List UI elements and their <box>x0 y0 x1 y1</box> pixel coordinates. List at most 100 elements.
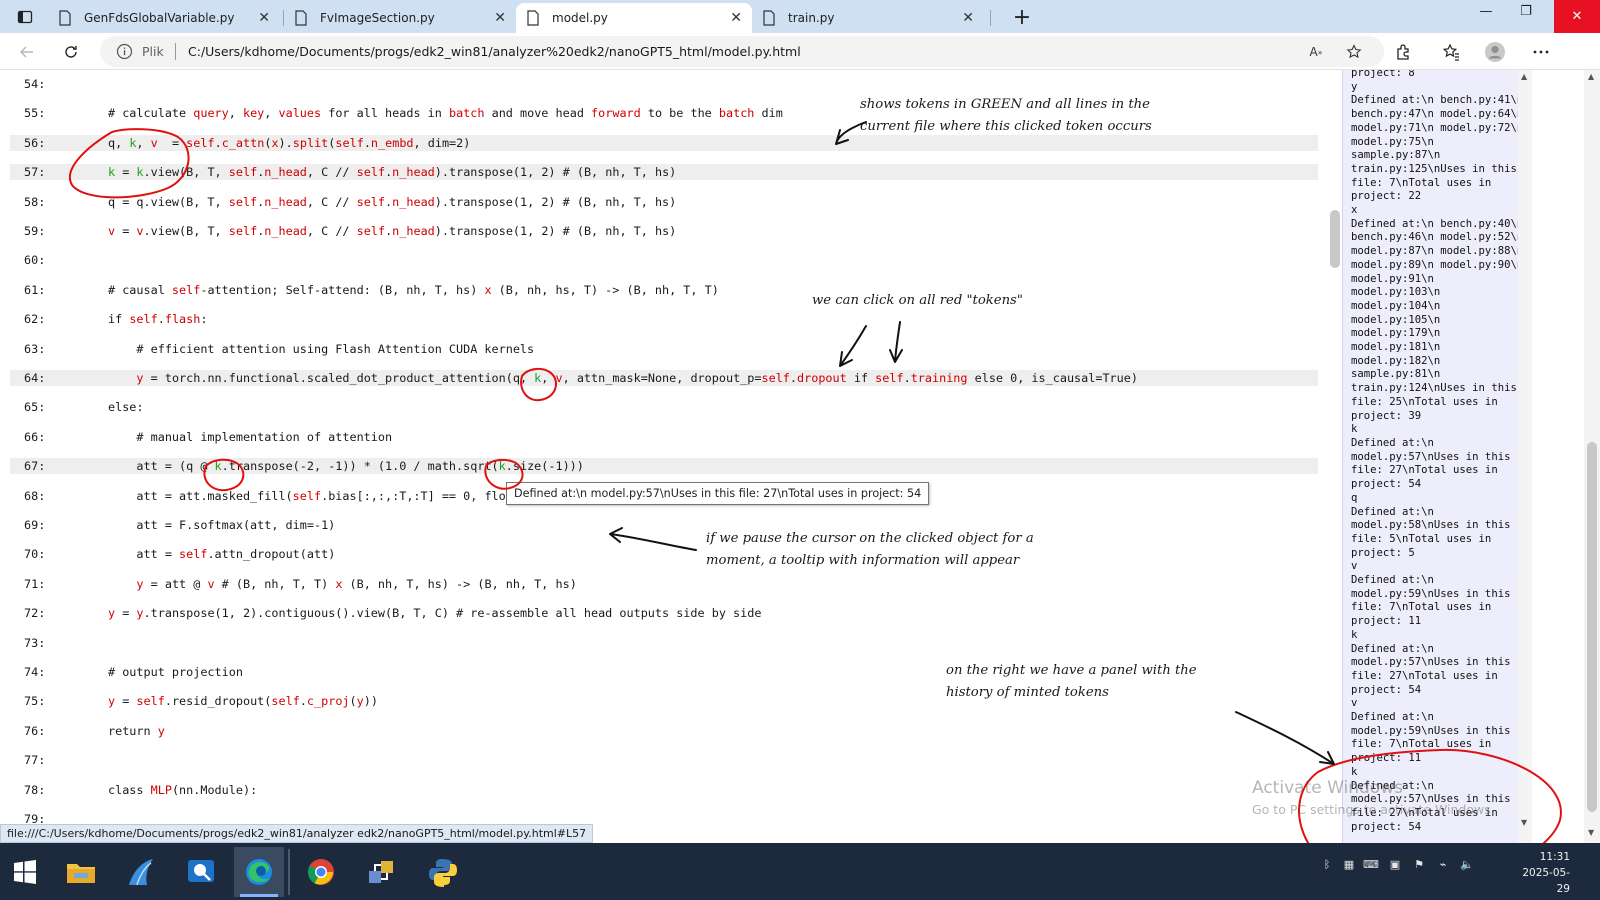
code-token[interactable]: x <box>335 577 342 591</box>
volume-icon[interactable]: 🔈 <box>1458 855 1476 873</box>
code-token[interactable]: n_head <box>392 195 435 209</box>
code-token[interactable]: y <box>357 694 364 708</box>
bluetooth-icon[interactable]: ᛒ <box>1318 855 1336 873</box>
chrome-icon[interactable] <box>296 847 346 897</box>
extensions-icon[interactable] <box>1388 39 1418 65</box>
code-token[interactable]: n_head <box>392 165 435 179</box>
line-number[interactable]: 69: <box>24 517 45 533</box>
code-token[interactable]: self <box>229 224 257 238</box>
add-favorite-icon[interactable] <box>1344 43 1364 61</box>
line-number[interactable]: 74: <box>24 664 45 680</box>
code-token[interactable]: n_head <box>264 224 307 238</box>
network-tool-icon[interactable] <box>356 847 406 897</box>
code-token[interactable]: key <box>243 106 264 120</box>
code-token[interactable]: y <box>158 724 165 738</box>
close-window-icon[interactable]: ✕ <box>1554 0 1600 33</box>
code-token[interactable]: v <box>151 136 158 150</box>
code-token[interactable]: self <box>335 136 363 150</box>
info-icon[interactable] <box>116 43 133 60</box>
restore-icon[interactable]: ❐ <box>1506 0 1546 22</box>
code-token[interactable]: x <box>484 283 491 297</box>
display-icon[interactable]: ▣ <box>1386 855 1404 873</box>
file-explorer-icon[interactable] <box>56 847 106 897</box>
tab-model[interactable]: model.py ✕ <box>516 3 752 33</box>
line-number[interactable]: 65: <box>24 399 45 415</box>
tab-train[interactable]: train.py ✕ <box>752 3 984 33</box>
tab-actions-icon[interactable] <box>6 3 44 31</box>
wifi-icon[interactable]: ⌁ <box>1434 855 1452 873</box>
active-token[interactable]: k <box>129 136 136 150</box>
code-token[interactable]: self <box>357 165 385 179</box>
line-number[interactable]: 71: <box>24 576 45 592</box>
code-token[interactable]: y <box>108 694 115 708</box>
scroll-up-icon[interactable]: ▲ <box>1588 72 1594 81</box>
line-number[interactable]: 78: <box>24 782 45 798</box>
code-token[interactable]: self <box>229 165 257 179</box>
code-token[interactable]: dropout <box>797 371 847 385</box>
line-number[interactable]: 56: <box>24 135 45 151</box>
keyboard-icon[interactable]: ⌨ <box>1362 855 1380 873</box>
active-token[interactable]: k <box>215 459 222 473</box>
python-icon[interactable] <box>418 847 468 897</box>
code-token[interactable]: flash <box>165 312 201 326</box>
scrollbar-thumb[interactable] <box>1587 442 1597 812</box>
code-token[interactable]: n_head <box>264 165 307 179</box>
code-token[interactable]: self <box>129 312 157 326</box>
close-icon[interactable]: ✕ <box>962 10 974 26</box>
line-number[interactable]: 63: <box>24 341 45 357</box>
profile-icon[interactable] <box>1480 39 1510 65</box>
tab-genfdsglobalvariable[interactable]: GenFdsGlobalVariable.py ✕ <box>48 3 280 33</box>
code-token[interactable]: self <box>271 694 299 708</box>
line-number[interactable]: 64: <box>24 370 45 386</box>
code-token[interactable]: y <box>136 606 143 620</box>
line-number[interactable]: 66: <box>24 429 45 445</box>
more-icon[interactable] <box>1526 39 1556 65</box>
code-token[interactable]: forward <box>591 106 641 120</box>
line-number[interactable]: 54: <box>24 76 45 92</box>
magnifier-app-icon[interactable] <box>176 847 226 897</box>
code-token[interactable]: training <box>911 371 968 385</box>
line-number[interactable]: 68: <box>24 488 45 504</box>
read-aloud-icon[interactable]: A» <box>1306 43 1326 61</box>
code-token[interactable]: split <box>293 136 329 150</box>
line-number[interactable]: 72: <box>24 605 45 621</box>
code-token[interactable]: self <box>136 694 164 708</box>
code-token[interactable]: v <box>556 371 563 385</box>
code-token[interactable]: self <box>761 371 789 385</box>
code-token[interactable]: MLP <box>151 783 172 797</box>
line-number[interactable]: 58: <box>24 194 45 210</box>
line-number[interactable]: 57: <box>24 164 45 180</box>
scrollbar-thumb[interactable] <box>1330 210 1340 268</box>
code-token[interactable]: v <box>136 224 143 238</box>
code-scrollbar[interactable] <box>1328 70 1342 843</box>
system-clock[interactable]: 11:31 2025-05-29 <box>1510 849 1570 897</box>
line-number[interactable]: 55: <box>24 105 45 121</box>
minimize-icon[interactable]: — <box>1466 0 1506 22</box>
line-number[interactable]: 67: <box>24 458 45 474</box>
tab-fvimagesection[interactable]: FvImageSection.py ✕ <box>284 3 516 33</box>
code-token[interactable]: self <box>875 371 903 385</box>
code-token[interactable]: query <box>193 106 229 120</box>
code-token[interactable]: x <box>271 136 278 150</box>
edge-icon[interactable] <box>234 847 284 897</box>
code-token[interactable]: y <box>136 577 143 591</box>
back-icon[interactable] <box>12 38 42 66</box>
security-warning-icon[interactable]: ⚑ <box>1410 855 1428 873</box>
url-text[interactable]: C:/Users/kdhome/Documents/progs/edk2_win… <box>188 44 801 59</box>
page-scrollbar[interactable]: ▲ ▼ <box>1584 70 1600 843</box>
line-number[interactable]: 75: <box>24 693 45 709</box>
history-scrollbar[interactable]: ▲ ▼ <box>1518 70 1532 843</box>
close-icon[interactable]: ✕ <box>730 10 742 26</box>
line-number[interactable]: 59: <box>24 223 45 239</box>
code-token[interactable]: batch <box>719 106 755 120</box>
active-token[interactable]: k <box>136 165 143 179</box>
refresh-icon[interactable] <box>56 38 86 66</box>
line-number[interactable]: 76: <box>24 723 45 739</box>
omnibox[interactable]: Plik C:/Users/kdhome/Documents/progs/edk… <box>100 36 1384 67</box>
network-status-icon[interactable]: ▦ <box>1340 855 1358 873</box>
code-token[interactable]: batch <box>449 106 485 120</box>
line-number[interactable]: 61: <box>24 282 45 298</box>
active-token[interactable]: k <box>534 371 541 385</box>
line-number[interactable]: 77: <box>24 752 45 768</box>
line-number[interactable]: 73: <box>24 635 45 651</box>
